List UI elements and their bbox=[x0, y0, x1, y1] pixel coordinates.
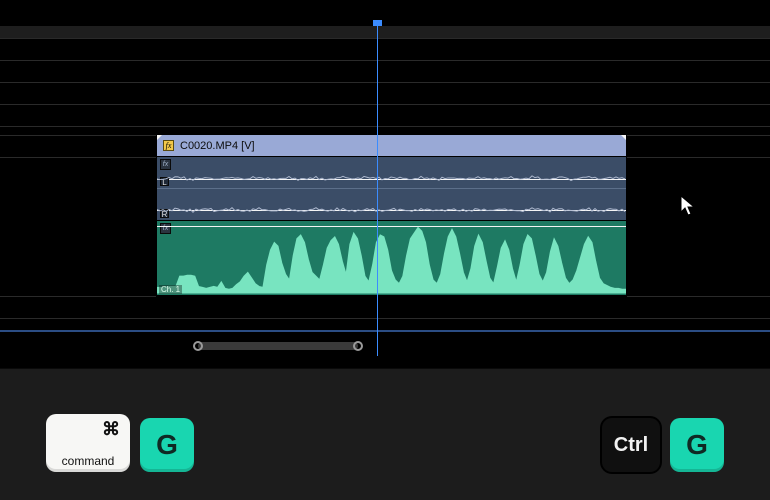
track-separator bbox=[0, 60, 770, 61]
channel-label-mono: Ch. 1 bbox=[159, 285, 182, 294]
g-key: G bbox=[140, 418, 194, 472]
track-separator bbox=[0, 318, 770, 319]
waveform-quiet bbox=[157, 188, 626, 220]
fx-icon[interactable]: fx bbox=[163, 140, 174, 151]
track-separator bbox=[0, 82, 770, 83]
command-key-label: command bbox=[62, 454, 115, 468]
timeline-bottom-rule bbox=[0, 330, 770, 332]
timeline-zoom-scrollbar[interactable] bbox=[198, 342, 358, 350]
zoom-handle-right[interactable] bbox=[353, 341, 363, 351]
command-symbol-icon: ⌘ bbox=[102, 420, 120, 438]
timeline-panel[interactable]: fx C0020.MP4 [V] fx L R fx bbox=[0, 26, 770, 356]
audio-clip-mono[interactable]: fx Ch. 1 bbox=[157, 221, 626, 296]
audio-clip-stereo[interactable]: fx L R bbox=[157, 157, 626, 221]
track-separator bbox=[0, 296, 770, 297]
video-clip[interactable]: fx C0020.MP4 [V] bbox=[157, 135, 626, 157]
app-stage: fx C0020.MP4 [V] fx L R fx bbox=[0, 0, 770, 500]
command-key: ⌘ command bbox=[46, 414, 130, 472]
ctrl-key: Ctrl bbox=[602, 418, 660, 472]
track-separator bbox=[0, 38, 770, 39]
clip-group[interactable]: fx C0020.MP4 [V] fx L R fx bbox=[157, 135, 626, 296]
video-clip-label: C0020.MP4 [V] bbox=[180, 140, 255, 152]
time-ruler[interactable] bbox=[0, 26, 770, 38]
track-separator bbox=[0, 126, 770, 127]
track-separator bbox=[0, 104, 770, 105]
zoom-handle-left[interactable] bbox=[193, 341, 203, 351]
clip-in-handle-icon[interactable] bbox=[157, 135, 162, 140]
waveform-loud bbox=[157, 221, 626, 295]
stereo-channel-right[interactable]: R bbox=[157, 188, 626, 220]
stereo-channel-left[interactable]: L bbox=[157, 157, 626, 189]
shortcut-overlay: ⌘ command G Ctrl G bbox=[0, 368, 770, 500]
waveform-quiet bbox=[157, 157, 626, 188]
g-key: G bbox=[670, 418, 724, 472]
shortcut-mac: ⌘ command G bbox=[46, 414, 194, 472]
clip-out-handle-icon[interactable] bbox=[621, 135, 626, 140]
shortcut-windows: Ctrl G bbox=[602, 418, 724, 472]
